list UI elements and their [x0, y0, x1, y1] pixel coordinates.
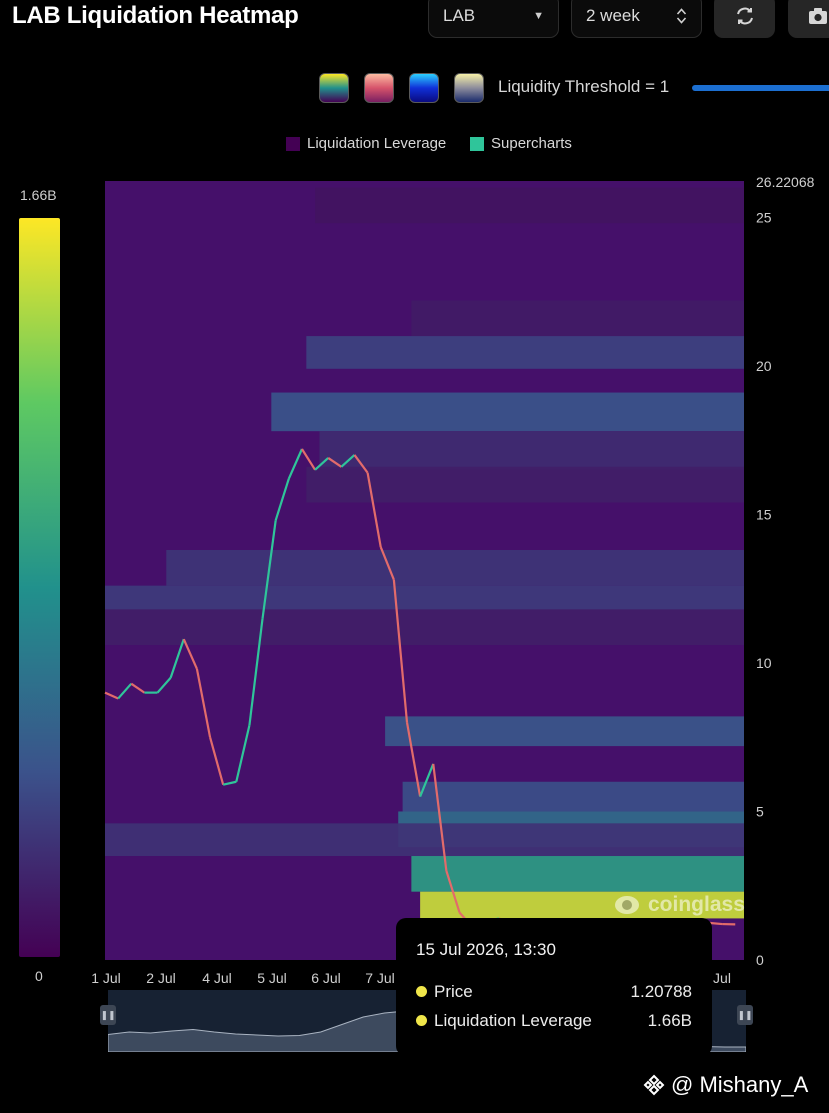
liquidity-band	[402, 781, 744, 812]
liquidity-band	[166, 550, 744, 586]
watermark-text: @ Mishany_A	[671, 1072, 809, 1097]
tooltip-row-price: Price 1.20788	[416, 977, 692, 1006]
y-tick-label: 25	[756, 209, 772, 225]
liquidity-band	[306, 336, 744, 369]
coinglass-text: coinglass	[648, 893, 745, 916]
liquidity-band	[105, 609, 744, 646]
y-tick-label: 15	[756, 506, 772, 522]
author-watermark: @ Mishany_A	[643, 1072, 808, 1098]
coinglass-icon	[615, 896, 639, 914]
x-tick-label: 1 Jul	[91, 970, 121, 986]
liquidity-band	[271, 392, 744, 432]
y-tick-label: 0	[756, 952, 764, 968]
liquidity-band	[319, 431, 744, 470]
tooltip-name: Price	[434, 981, 473, 1001]
x-tick-label: 2 Jul	[146, 970, 176, 986]
tooltip-value: 1.20788	[630, 981, 692, 1001]
binance-icon	[643, 1074, 665, 1096]
x-tick-label: 7 Jul	[365, 970, 395, 986]
tooltip-value: 1.66B	[647, 1010, 692, 1030]
chart-tooltip: 15 Jul 2026, 13:30 Price 1.20788 Liquida…	[396, 918, 712, 1056]
x-tick-label: 4 Jul	[202, 970, 232, 986]
liquidity-band	[105, 585, 744, 610]
x-tick-label: Jul	[713, 970, 731, 986]
tooltip-row-leverage: Liquidation Leverage 1.66B	[416, 1006, 692, 1035]
y-tick-label: 20	[756, 358, 772, 374]
x-tick-label: 6 Jul	[311, 970, 341, 986]
liquidity-band	[411, 856, 744, 892]
y-tick-label: 10	[756, 655, 772, 671]
liquidity-band	[315, 187, 744, 224]
liquidity-band	[411, 300, 744, 337]
coinglass-logo: coinglass	[612, 893, 745, 917]
x-tick-label: 5 Jul	[257, 970, 287, 986]
liquidity-band	[105, 823, 744, 857]
navigator-left-handle[interactable]: ❚❚	[100, 1005, 116, 1025]
liquidity-band	[385, 716, 744, 747]
tooltip-title: 15 Jul 2026, 13:30	[416, 940, 556, 959]
y-axis-max-label: 26.22068	[756, 174, 815, 190]
tooltip-name: Liquidation Leverage	[434, 1010, 592, 1030]
y-tick-label: 5	[756, 803, 764, 819]
tooltip-dot	[416, 986, 427, 997]
tooltip-dot	[416, 1015, 427, 1026]
navigator-right-handle[interactable]: ❚❚	[737, 1005, 753, 1025]
